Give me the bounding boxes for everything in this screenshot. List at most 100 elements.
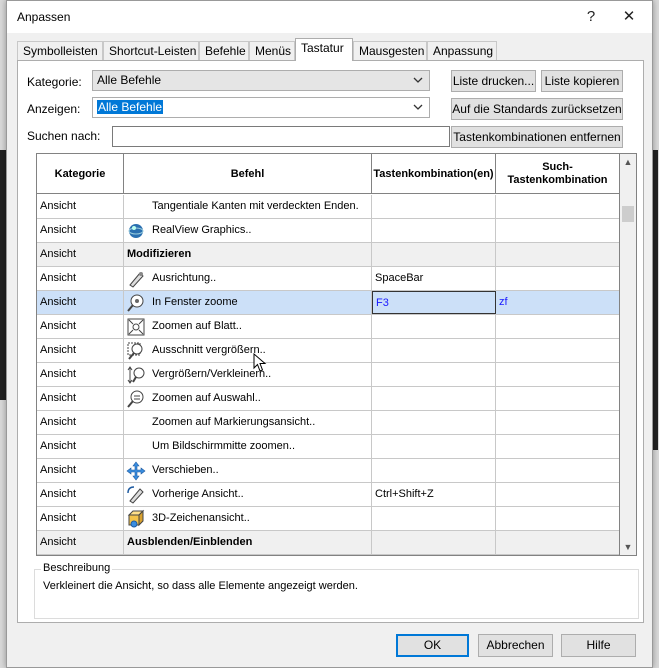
- copy-list-button[interactable]: Liste kopieren: [541, 70, 623, 92]
- tab-befehle[interactable]: Befehle: [199, 41, 249, 61]
- cell-befehl[interactable]: Ausblenden/Einblenden: [124, 531, 372, 554]
- cell-befehl[interactable]: Zoomen auf Auswahl..: [124, 387, 372, 410]
- cell-befehl[interactable]: RealView Graphics..: [124, 219, 372, 242]
- cell-such-tastenkombination[interactable]: [496, 219, 619, 242]
- cell-such-tastenkombination[interactable]: [496, 243, 619, 266]
- column-header-kategorie[interactable]: Kategorie: [37, 154, 124, 194]
- cell-befehl[interactable]: Vergrößern/Verkleinern..: [124, 363, 372, 386]
- table-row[interactable]: Ansicht Um Bildschirmmitte zoomen..: [37, 435, 619, 459]
- cell-kategorie[interactable]: Ansicht: [37, 435, 124, 458]
- print-list-button[interactable]: Liste drucken...: [451, 70, 536, 92]
- cell-tastenkombination[interactable]: F3: [372, 291, 496, 314]
- table-scrollbar[interactable]: ▲ ▼: [620, 153, 637, 556]
- tab-shortcut-leisten[interactable]: Shortcut-Leisten: [103, 41, 199, 61]
- table-row[interactable]: Ansicht Tangentiale Kanten mit verdeckten…: [37, 195, 619, 219]
- cancel-button[interactable]: Abbrechen: [478, 634, 553, 657]
- table-row[interactable]: Ansicht 3D-Zeichenansicht..: [37, 507, 619, 531]
- cell-tastenkombination[interactable]: SpaceBar: [372, 267, 496, 290]
- cell-kategorie[interactable]: Ansicht: [37, 315, 124, 338]
- column-header-such-tastenkombination[interactable]: Such-Tastenkombination: [496, 154, 619, 194]
- cell-tastenkombination[interactable]: [372, 315, 496, 338]
- reset-defaults-button[interactable]: Auf die Standards zurücksetzen: [451, 98, 623, 120]
- cell-tastenkombination[interactable]: [372, 531, 496, 554]
- cell-kategorie[interactable]: Ansicht: [37, 195, 124, 218]
- cell-kategorie[interactable]: Ansicht: [37, 219, 124, 242]
- ok-button[interactable]: OK: [396, 634, 469, 657]
- cell-tastenkombination[interactable]: [372, 195, 496, 218]
- cell-kategorie[interactable]: Ansicht: [37, 363, 124, 386]
- cell-kategorie[interactable]: Ansicht: [37, 243, 124, 266]
- cell-kategorie[interactable]: Ansicht: [37, 387, 124, 410]
- cell-befehl[interactable]: Zoomen auf Markierungsansicht..: [124, 411, 372, 434]
- cell-kategorie[interactable]: Ansicht: [37, 411, 124, 434]
- cell-kategorie[interactable]: Ansicht: [37, 267, 124, 290]
- cell-befehl[interactable]: Um Bildschirmmitte zoomen..: [124, 435, 372, 458]
- table-row[interactable]: Ansicht Modifizieren: [37, 243, 619, 267]
- cell-such-tastenkombination[interactable]: zf: [496, 291, 619, 314]
- cell-tastenkombination[interactable]: [372, 411, 496, 434]
- cell-befehl[interactable]: Ausschnitt vergrößern..: [124, 339, 372, 362]
- table-row[interactable]: Ansicht Ausrichtung.. SpaceBar: [37, 267, 619, 291]
- table-row[interactable]: Ansicht In Fenster zoome F3 zf: [37, 291, 619, 315]
- cell-befehl[interactable]: In Fenster zoome: [124, 291, 372, 314]
- cell-kategorie[interactable]: Ansicht: [37, 291, 124, 314]
- cell-kategorie[interactable]: Ansicht: [37, 339, 124, 362]
- table-row[interactable]: Ansicht Zoomen auf Blatt..: [37, 315, 619, 339]
- cell-such-tastenkombination[interactable]: [496, 435, 619, 458]
- cell-such-tastenkombination[interactable]: [496, 339, 619, 362]
- tab-menues[interactable]: Menüs: [249, 41, 295, 61]
- column-header-befehl[interactable]: Befehl: [124, 154, 372, 194]
- table-row[interactable]: Ansicht Vorherige Ansicht.. Ctrl+Shift+Z: [37, 483, 619, 507]
- cell-befehl[interactable]: Zoomen auf Blatt..: [124, 315, 372, 338]
- cell-tastenkombination[interactable]: [372, 507, 496, 530]
- cell-kategorie[interactable]: Ansicht: [37, 459, 124, 482]
- cell-tastenkombination[interactable]: [372, 243, 496, 266]
- remove-shortcuts-button[interactable]: Tastenkombinationen entfernen: [451, 126, 623, 148]
- cell-such-tastenkombination[interactable]: [496, 315, 619, 338]
- table-row[interactable]: Ansicht RealView Graphics..: [37, 219, 619, 243]
- cell-such-tastenkombination[interactable]: [496, 387, 619, 410]
- cell-befehl[interactable]: Tangentiale Kanten mit verdeckten Enden.: [124, 195, 372, 218]
- cell-tastenkombination[interactable]: [372, 459, 496, 482]
- cell-such-tastenkombination[interactable]: [496, 363, 619, 386]
- cell-tastenkombination[interactable]: [372, 219, 496, 242]
- cell-kategorie[interactable]: Ansicht: [37, 507, 124, 530]
- cell-such-tastenkombination[interactable]: [496, 195, 619, 218]
- table-row[interactable]: Ansicht Ausschnitt vergrößern..: [37, 339, 619, 363]
- cell-kategorie[interactable]: Ansicht: [37, 531, 124, 554]
- cell-such-tastenkombination[interactable]: [496, 459, 619, 482]
- cell-such-tastenkombination[interactable]: [496, 267, 619, 290]
- cell-befehl[interactable]: Ausrichtung..: [124, 267, 372, 290]
- cell-such-tastenkombination[interactable]: [496, 507, 619, 530]
- tab-anpassung[interactable]: Anpassung: [427, 41, 497, 61]
- cell-tastenkombination[interactable]: [372, 435, 496, 458]
- cell-tastenkombination[interactable]: [372, 339, 496, 362]
- cell-kategorie[interactable]: Ansicht: [37, 483, 124, 506]
- cell-such-tastenkombination[interactable]: [496, 411, 619, 434]
- tab-mausgesten[interactable]: Mausgesten: [353, 41, 427, 61]
- help-footer-button[interactable]: Hilfe: [561, 634, 636, 657]
- tab-tastatur[interactable]: Tastatur: [295, 38, 353, 61]
- cell-such-tastenkombination[interactable]: [496, 531, 619, 554]
- anzeigen-dropdown[interactable]: Alle Befehle: [92, 97, 430, 118]
- cell-befehl[interactable]: Vorherige Ansicht..: [124, 483, 372, 506]
- scroll-down-icon[interactable]: ▼: [620, 539, 636, 555]
- column-header-tastenkombination[interactable]: Tastenkombination(en): [372, 154, 496, 194]
- scroll-thumb[interactable]: [622, 206, 634, 222]
- cell-befehl[interactable]: Verschieben..: [124, 459, 372, 482]
- table-row[interactable]: Ansicht Zoomen auf Markierungsansicht..: [37, 411, 619, 435]
- table-row[interactable]: Ansicht Verschieben..: [37, 459, 619, 483]
- table-row[interactable]: Ansicht Ausblenden/Einblenden: [37, 531, 619, 555]
- cell-befehl[interactable]: 3D-Zeichenansicht..: [124, 507, 372, 530]
- cell-tastenkombination[interactable]: [372, 387, 496, 410]
- cell-tastenkombination[interactable]: Ctrl+Shift+Z: [372, 483, 496, 506]
- close-button[interactable]: ✕: [615, 5, 643, 29]
- cell-tastenkombination[interactable]: [372, 363, 496, 386]
- cell-such-tastenkombination[interactable]: [496, 483, 619, 506]
- tab-symbolleisten[interactable]: Symbolleisten: [17, 41, 103, 61]
- search-input[interactable]: [112, 126, 450, 147]
- scroll-up-icon[interactable]: ▲: [620, 154, 636, 170]
- table-row[interactable]: Ansicht Vergrößern/Verkleinern..: [37, 363, 619, 387]
- cell-befehl[interactable]: Modifizieren: [124, 243, 372, 266]
- table-row[interactable]: Ansicht Zoomen auf Auswahl..: [37, 387, 619, 411]
